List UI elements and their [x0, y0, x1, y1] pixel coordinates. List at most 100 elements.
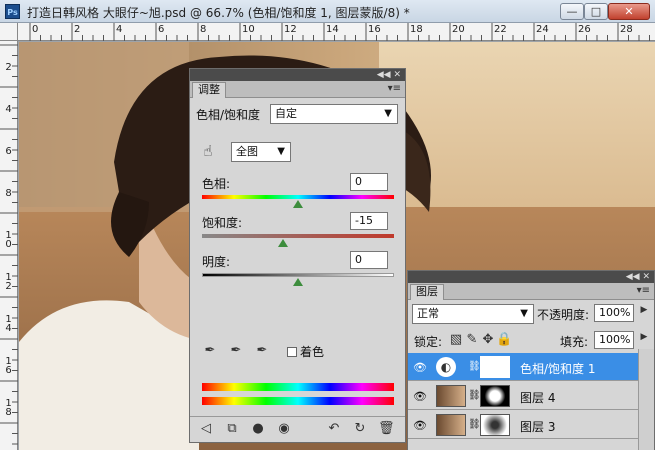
ruler-label: 1 4 — [5, 314, 12, 334]
layer-row-hue-saturation[interactable]: 👁 ◐ ⛓ 色相/饱和度 1 — [408, 353, 640, 381]
layer-thumbnail[interactable] — [436, 414, 466, 436]
link-icon: ⛓ — [468, 361, 481, 372]
layer-name[interactable]: 图层 4 — [520, 389, 555, 406]
panel-menu-icon[interactable]: ▾≡ — [637, 285, 650, 296]
ruler-label: 0 — [32, 24, 39, 35]
ruler-label: 1 0 — [5, 230, 12, 250]
ruler-label: 10 — [242, 24, 255, 35]
preset-value: 自定 — [275, 107, 297, 120]
trash-icon[interactable]: 🗑 — [378, 421, 395, 436]
panel-header-strip[interactable]: ◀◀ ✕ — [190, 69, 405, 81]
layers-tab-row: 图层 ▾≡ — [408, 283, 654, 300]
fill-arrow-icon[interactable]: ▶ — [636, 332, 652, 342]
layer-row-partial[interactable] — [408, 440, 640, 450]
eye-icon[interactable]: 👁 — [412, 419, 428, 432]
eye-preview-icon[interactable]: ◉ — [276, 421, 292, 436]
document-title: 打造日韩风格 大眼仔~旭.psd @ 66.7% (色相/饱和度 1, 图层蒙版… — [27, 6, 410, 20]
colorize-label: 着色 — [300, 345, 325, 359]
ruler-label: 8 — [5, 188, 12, 199]
collapse-close-icon[interactable]: ◀◀ ✕ — [626, 271, 650, 283]
opacity-label: 不透明度: — [537, 308, 590, 322]
photoshop-app-icon[interactable]: Ps — [5, 4, 20, 19]
ruler-label: 14 — [326, 24, 339, 35]
channel-value: 全图 — [236, 145, 258, 158]
collapse-close-icon[interactable]: ◀◀ ✕ — [377, 69, 401, 81]
tab-layers[interactable]: 图层 — [410, 284, 444, 300]
ruler-origin[interactable] — [0, 23, 18, 41]
minimize-button[interactable]: — — [560, 3, 584, 20]
lock-label: 锁定: — [414, 335, 443, 349]
ruler-label: 2 — [5, 62, 12, 73]
tab-adjustments[interactable]: 调整 — [192, 82, 226, 98]
hand-adjust-icon[interactable]: ☝ — [200, 142, 216, 160]
eyedropper-icon[interactable]: ✒ — [202, 343, 218, 358]
layer-visibility-icon[interactable]: ● — [250, 421, 266, 436]
lock-all-icon[interactable]: 🔒 — [496, 332, 512, 347]
link-icon: ⛓ — [468, 390, 481, 401]
opacity-arrow-icon[interactable]: ▶ — [636, 305, 652, 315]
opacity-input[interactable]: 100% — [594, 304, 634, 322]
preset-select[interactable]: 自定 ▼ — [270, 104, 398, 124]
ruler-label: 1 6 — [5, 356, 12, 376]
adjustments-tab-row: 调整 ▾≡ — [190, 81, 405, 98]
input-spectrum-bar — [202, 383, 394, 391]
layer-mask-thumbnail[interactable] — [480, 356, 510, 378]
lock-paint-icon[interactable]: ✎ — [464, 332, 480, 347]
panel-menu-icon[interactable]: ▾≡ — [388, 83, 401, 94]
hue-slider-thumb[interactable] — [293, 200, 303, 208]
layer-name[interactable]: 图层 3 — [520, 418, 555, 435]
saturation-slider-thumb[interactable] — [278, 239, 288, 247]
layer-thumbnail[interactable] — [436, 385, 466, 407]
ruler-label: 28 — [620, 24, 633, 35]
previous-state-icon[interactable]: ↶ — [326, 421, 342, 436]
layer-row-4[interactable]: 👁 ⛓ 图层 4 — [408, 382, 640, 410]
ruler-label: 8 — [200, 24, 207, 35]
ruler-label: 24 — [536, 24, 549, 35]
hue-slider-track[interactable] — [202, 195, 394, 199]
eyedropper-plus-icon[interactable]: ✒ — [228, 343, 244, 358]
maximize-button[interactable]: □ — [584, 3, 608, 20]
blend-mode-select[interactable]: 正常 ▼ — [412, 304, 534, 324]
panel-header-strip[interactable]: ◀◀ ✕ — [408, 271, 654, 283]
hue-input[interactable]: 0 — [350, 173, 388, 191]
ruler-label: 4 — [5, 104, 12, 115]
lightness-input[interactable]: 0 — [350, 251, 388, 269]
fill-input[interactable]: 100% — [594, 331, 634, 349]
layer-name[interactable]: 色相/饱和度 1 — [520, 360, 596, 377]
eye-icon[interactable]: 👁 — [412, 361, 428, 374]
hue-label: 色相: — [202, 177, 231, 191]
ruler-label: 2 — [74, 24, 81, 35]
blend-mode-value: 正常 — [417, 307, 439, 320]
adjustments-panel: ◀◀ ✕ 调整 ▾≡ 色相/饱和度 自定 ▼ ☝ 全图 ▼ 色相: 0 饱和度:… — [189, 68, 406, 443]
lightness-slider-track[interactable] — [202, 273, 394, 277]
back-arrow-icon[interactable]: ◁ — [198, 421, 214, 436]
ruler-label: 6 — [158, 24, 165, 35]
lightness-slider-thumb[interactable] — [293, 278, 303, 286]
eye-icon[interactable]: 👁 — [412, 390, 428, 403]
lightness-label: 明度: — [202, 255, 231, 269]
ruler-label: 22 — [494, 24, 507, 35]
ruler-label: 12 — [284, 24, 297, 35]
ruler-label: 4 — [116, 24, 123, 35]
layer-mask-thumbnail[interactable] — [480, 385, 510, 407]
layer-mask-thumbnail[interactable] — [480, 414, 510, 436]
reset-icon[interactable]: ↻ — [352, 421, 368, 436]
layers-scrollbar[interactable] — [638, 349, 654, 450]
lock-transparent-icon[interactable]: ▧ — [448, 332, 464, 347]
saturation-input[interactable]: -15 — [350, 212, 388, 230]
horizontal-ruler[interactable]: 0 2 4 6 8 10 12 14 16 18 20 22 24 26 28 — [18, 23, 655, 41]
adjustment-type-label: 色相/饱和度 — [196, 108, 261, 122]
layer-row-3[interactable]: 👁 ⛓ 图层 3 — [408, 411, 640, 439]
photoshop-window: Ps 打造日韩风格 大眼仔~旭.psd @ 66.7% (色相/饱和度 1, 图… — [0, 0, 655, 450]
channel-select[interactable]: 全图 ▼ — [231, 142, 291, 162]
colorize-checkbox[interactable] — [287, 347, 297, 357]
saturation-slider-track[interactable] — [202, 234, 394, 238]
link-icon: ⛓ — [468, 419, 481, 430]
clip-layer-icon[interactable]: ⧉ — [224, 421, 240, 436]
footer-divider — [190, 416, 405, 417]
adjustment-layer-icon: ◐ — [436, 357, 456, 377]
close-button[interactable]: ✕ — [608, 3, 650, 20]
vertical-ruler[interactable]: 2 4 6 8 1 0 1 2 1 4 1 6 1 8 — [0, 23, 18, 450]
lock-move-icon[interactable]: ✥ — [480, 332, 496, 347]
eyedropper-minus-icon[interactable]: ✒ — [254, 343, 270, 358]
